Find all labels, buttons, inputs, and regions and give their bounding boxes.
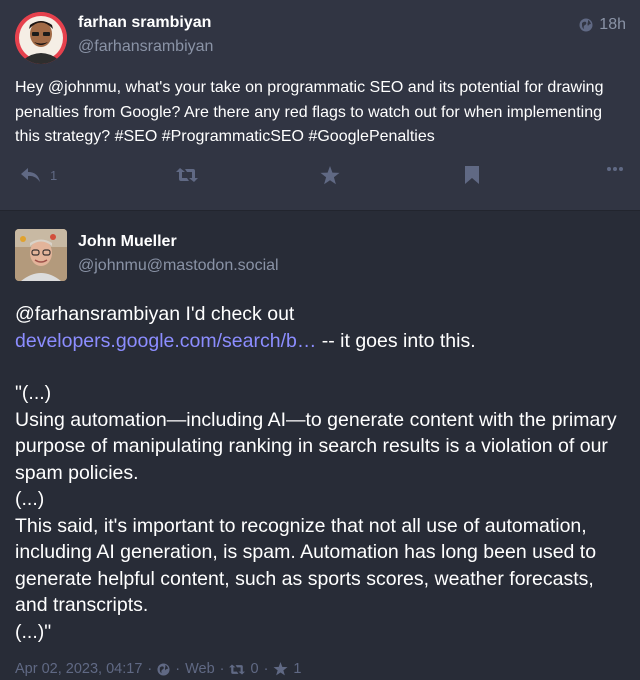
quote-close: (...)" xyxy=(15,620,52,643)
post-time[interactable]: 18h xyxy=(579,16,626,34)
boost-icon xyxy=(176,166,198,184)
globe-icon xyxy=(579,18,593,32)
star-icon xyxy=(320,166,340,185)
status-post-mueller[interactable]: John Mueller @johnmu@mastodon.social @fa… xyxy=(0,211,640,680)
separator-dot: · xyxy=(147,661,153,677)
separator-dot: · xyxy=(263,661,269,677)
reply-button[interactable]: 1 xyxy=(20,166,57,184)
avatar-farhan[interactable] xyxy=(15,12,67,64)
star-icon xyxy=(273,662,288,676)
avatar-mueller[interactable] xyxy=(15,229,67,281)
author-handle[interactable]: @farhansrambiyan xyxy=(78,38,213,56)
status-app[interactable]: Web xyxy=(185,661,215,677)
separator-dot: · xyxy=(175,661,181,677)
reply-icon xyxy=(20,166,42,184)
author-handle[interactable]: @johnmu@mastodon.social xyxy=(78,257,279,275)
quote-open: "(...) xyxy=(15,382,52,404)
more-icon xyxy=(606,166,624,172)
author-name[interactable]: farhan srambiyan xyxy=(78,14,211,32)
reply-intro-tail: -- it goes into this. xyxy=(316,329,476,352)
boost-button[interactable] xyxy=(176,166,198,184)
reply-intro: @farhansrambiyan I'd check out developer… xyxy=(15,301,630,354)
boost-count[interactable]: 0 xyxy=(250,661,258,677)
favourite-count[interactable]: 1 xyxy=(293,661,301,677)
separator-dot: · xyxy=(219,661,225,677)
status-content: @farhansrambiyan I'd check out developer… xyxy=(15,301,630,645)
quote-paragraph-2: This said, it's important to recognize t… xyxy=(15,514,597,617)
avatar-mueller-image xyxy=(15,229,67,281)
boost-icon xyxy=(229,663,246,676)
status-content: Hey @johnmu, what's your take on program… xyxy=(15,79,604,145)
favourite-button[interactable] xyxy=(320,166,340,185)
avatar-farhan-image xyxy=(15,12,67,64)
bookmark-button[interactable] xyxy=(465,166,479,184)
reply-count: 1 xyxy=(50,167,58,183)
developers-google-link[interactable]: developers.google.com/search/b… xyxy=(15,330,316,352)
author-name[interactable]: John Mueller xyxy=(78,233,177,251)
status-action-bar: 1 xyxy=(0,166,640,194)
status-post-farhan[interactable]: farhan srambiyan @farhansrambiyan 18h He… xyxy=(0,0,640,211)
globe-icon xyxy=(157,662,170,676)
mention-link[interactable]: @farhansrambiyan xyxy=(15,303,180,325)
quote-paragraph-1: Using automation—including AI—to generat… xyxy=(15,408,617,484)
post-time-label: 18h xyxy=(599,16,626,33)
quote-ellipsis: (...) xyxy=(15,488,45,510)
reply-intro-text: I'd check out xyxy=(180,303,295,325)
bookmark-icon xyxy=(465,166,479,184)
status-date[interactable]: Apr 02, 2023, 04:17 xyxy=(15,661,142,677)
status-meta: Apr 02, 2023, 04:17 · · Web · 0 · 1 xyxy=(15,661,301,677)
more-button[interactable] xyxy=(606,166,624,172)
